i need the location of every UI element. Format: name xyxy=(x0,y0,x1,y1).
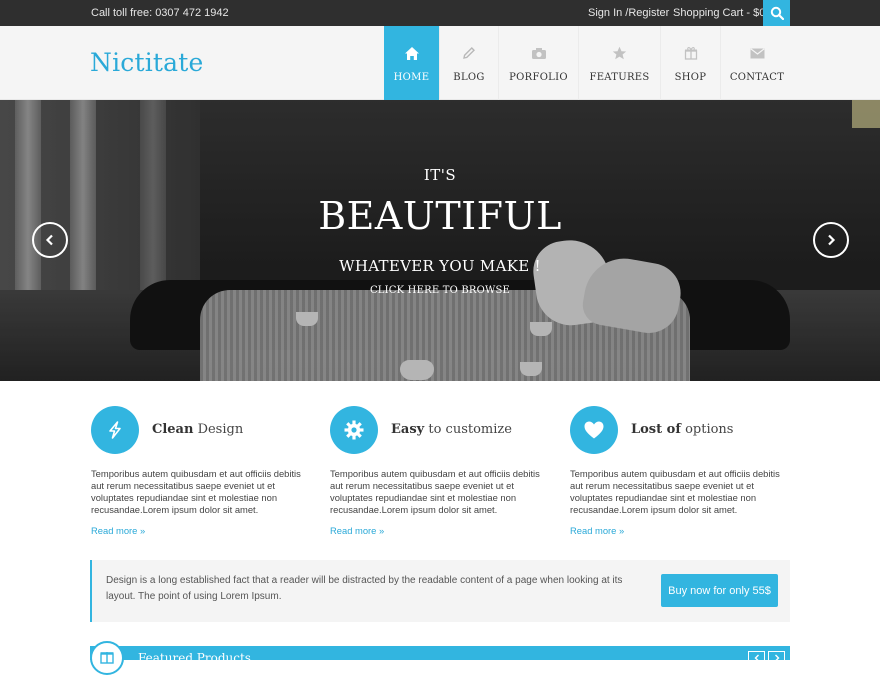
home-icon xyxy=(404,46,419,60)
envelope-icon xyxy=(749,47,765,58)
nav-label-portfolio: PORFOLIO xyxy=(509,72,568,83)
chevron-right-icon xyxy=(828,234,836,246)
main-nav: HOME BLOG PORFOLIO FEATURES SHOP CONTACT xyxy=(384,26,793,100)
read-more-link[interactable]: Read more » xyxy=(91,525,145,536)
camera-icon xyxy=(531,47,546,59)
hero-subheadline: WHATEVER YOU MAKE ! xyxy=(339,257,541,275)
nav-item-contact[interactable]: CONTACT xyxy=(721,26,793,100)
star-icon xyxy=(612,46,627,60)
featured-products-title: Featured Products xyxy=(138,651,251,665)
hero-slider: IT'S BEAUTIFUL WHATEVER YOU MAKE ! CLICK… xyxy=(0,100,880,381)
gift-icon xyxy=(684,47,697,60)
search-button[interactable] xyxy=(763,0,790,26)
nav-label-home: HOME xyxy=(393,72,430,83)
nav-item-home[interactable]: HOME xyxy=(384,26,440,100)
nav-item-blog[interactable]: BLOG xyxy=(440,26,499,100)
read-more-link[interactable]: Read more » xyxy=(570,525,624,536)
read-more-link[interactable]: Read more » xyxy=(330,525,384,536)
nav-item-features[interactable]: FEATURES xyxy=(579,26,661,100)
gear-icon xyxy=(344,420,364,440)
nav-item-shop[interactable]: SHOP xyxy=(661,26,721,100)
hero-headline: BEAUTIFUL xyxy=(318,194,562,238)
feature-text: Temporibus autem quibusdam et aut offici… xyxy=(330,468,540,515)
toll-free-text: Call toll free: 0307 472 1942 xyxy=(91,7,229,19)
nav-label-blog: BLOG xyxy=(453,72,485,83)
chevron-right-icon xyxy=(774,654,779,662)
sign-in-register-link[interactable]: Sign In /Register xyxy=(588,7,669,19)
heart-icon xyxy=(584,421,604,439)
feature-text: Temporibus autem quibusdam et aut offici… xyxy=(91,468,301,515)
buy-now-button[interactable]: Buy now for only 55$ xyxy=(661,574,778,607)
search-icon xyxy=(770,6,784,20)
pencil-icon xyxy=(463,47,475,59)
chevron-left-icon xyxy=(754,654,759,662)
feature-title: Clean Design xyxy=(152,422,244,437)
featured-products-bar: Featured Products xyxy=(90,641,790,675)
gift-icon xyxy=(100,652,114,664)
hero-kicker: IT'S xyxy=(423,166,457,184)
featured-prev-button[interactable] xyxy=(748,651,765,665)
nav-label-features: FEATURES xyxy=(589,72,650,83)
feature-title: Easy to customize xyxy=(391,422,512,437)
callout-text: Design is a long established fact that a… xyxy=(106,575,623,602)
shopping-cart-link[interactable]: Shopping Cart - $0 xyxy=(673,7,765,19)
slider-prev-button[interactable] xyxy=(32,222,68,258)
hero-browse-link[interactable]: CLICK HERE TO BROWSE xyxy=(370,285,510,296)
top-bar: Call toll free: 0307 472 1942 Sign In /R… xyxy=(0,0,880,26)
feature-text: Temporibus autem quibusdam et aut offici… xyxy=(570,468,780,515)
site-logo[interactable]: Nictitate xyxy=(90,48,204,77)
site-header: Nictitate HOME BLOG PORFOLIO FEATURES SH… xyxy=(0,26,880,100)
feature-title: Lost of options xyxy=(631,422,734,437)
bolt-icon xyxy=(109,421,121,439)
featured-next-button[interactable] xyxy=(768,651,785,665)
nav-label-shop: SHOP xyxy=(674,72,707,83)
chevron-left-icon xyxy=(45,234,53,246)
nav-label-contact: CONTACT xyxy=(729,72,785,83)
nav-item-portfolio[interactable]: PORFOLIO xyxy=(499,26,579,100)
promo-callout: Design is a long established fact that a… xyxy=(90,560,790,622)
slider-next-button[interactable] xyxy=(813,222,849,258)
